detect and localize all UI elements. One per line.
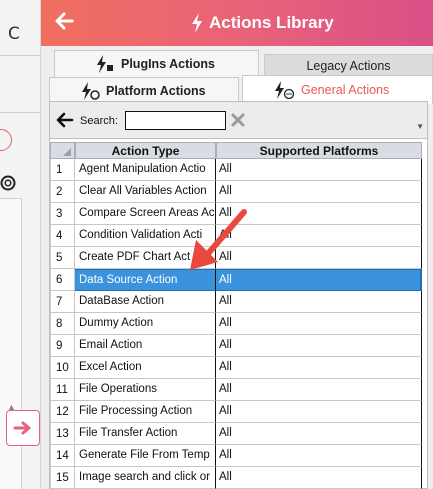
expand-panel-button[interactable] xyxy=(6,410,40,446)
arrow-left-icon[interactable] xyxy=(53,10,75,32)
row-number: 5 xyxy=(50,247,75,269)
table-row[interactable]: 15 Image search and click or All xyxy=(50,467,422,489)
general-lightning-icon xyxy=(275,81,295,99)
lightning-icon xyxy=(192,13,202,33)
supported-platforms-cell[interactable]: All xyxy=(216,159,422,181)
table-row[interactable]: 9 Email Action All xyxy=(50,335,422,357)
row-number: 9 xyxy=(50,335,75,357)
table-row[interactable]: 10 Excel Action All xyxy=(50,357,422,379)
row-number: 6 xyxy=(50,269,75,291)
supported-platforms-cell[interactable]: All xyxy=(216,401,422,423)
supported-platforms-cell[interactable]: All xyxy=(216,225,422,247)
row-number: 15 xyxy=(50,467,75,489)
search-label: Search: xyxy=(80,115,118,127)
plugin-lightning-icon xyxy=(97,55,113,73)
table-row[interactable]: 1 Agent Manipulation Actio All xyxy=(50,159,422,181)
tab-label: General Actions xyxy=(301,83,390,97)
title-bar: Actions Library xyxy=(41,0,433,46)
action-type-cell[interactable]: File Processing Action xyxy=(75,401,216,423)
action-type-cell[interactable]: File Operations xyxy=(75,379,216,401)
row-number: 14 xyxy=(50,445,75,467)
divider xyxy=(0,55,41,56)
table-row[interactable]: 12 File Processing Action All xyxy=(50,401,422,423)
table-corner-header[interactable] xyxy=(50,142,75,159)
action-type-cell[interactable]: Agent Manipulation Actio xyxy=(75,159,216,181)
action-type-cell[interactable]: Data Source Action xyxy=(75,269,216,291)
background-app-strip: C ▲ xyxy=(0,0,41,489)
row-number: 4 xyxy=(50,225,75,247)
action-type-cell[interactable]: Image search and click or xyxy=(75,467,216,489)
table-row[interactable]: 8 Dummy Action All xyxy=(50,313,422,335)
row-number: 10 xyxy=(50,357,75,379)
table-row[interactable]: 4 Condition Validation Acti All xyxy=(50,225,422,247)
column-header-action-type[interactable]: Action Type xyxy=(75,142,216,159)
divider xyxy=(0,112,41,113)
tab-legacy-actions[interactable]: Legacy Actions xyxy=(264,54,433,76)
arrow-right-icon xyxy=(13,421,31,435)
supported-platforms-cell[interactable]: All xyxy=(216,467,422,489)
supported-platforms-cell[interactable]: All xyxy=(216,247,422,269)
action-type-cell[interactable]: Excel Action xyxy=(75,357,216,379)
table-row[interactable]: 3 Compare Screen Areas Ac All xyxy=(50,203,422,225)
action-type-cell[interactable]: DataBase Action xyxy=(75,291,216,313)
actions-library-panel: Actions Library PlugIns Actions Legacy A… xyxy=(41,0,433,489)
title-group: Actions Library xyxy=(191,0,334,46)
column-header-supported-platforms[interactable]: Supported Platforms xyxy=(216,142,422,159)
row-number: 13 xyxy=(50,423,75,445)
row-number: 11 xyxy=(50,379,75,401)
search-input[interactable] xyxy=(125,111,226,130)
arrow-left-icon[interactable] xyxy=(56,112,74,128)
tab-label: Platform Actions xyxy=(106,84,206,98)
supported-platforms-cell[interactable]: All xyxy=(216,423,422,445)
action-type-cell[interactable]: Compare Screen Areas Ac xyxy=(75,203,216,225)
scroll-down-icon[interactable]: ▼ xyxy=(416,122,424,131)
actions-list-area: Search: ▼ Action Type Supported Platform… xyxy=(49,101,428,489)
row-number: 1 xyxy=(50,159,75,181)
table-row[interactable]: 7 DataBase Action All xyxy=(50,291,422,313)
action-type-cell[interactable]: Clear All Variables Action xyxy=(75,181,216,203)
platform-lightning-icon xyxy=(82,82,100,100)
action-type-cell[interactable]: Generate File From Temp xyxy=(75,445,216,467)
supported-platforms-cell[interactable]: All xyxy=(216,313,422,335)
tab-bar: PlugIns Actions Legacy Actions Platform … xyxy=(49,48,433,104)
row-number: 12 xyxy=(50,401,75,423)
tab-plugins-actions[interactable]: PlugIns Actions xyxy=(54,50,259,77)
supported-platforms-cell[interactable]: All xyxy=(216,269,422,291)
table-row[interactable]: 14 Generate File From Temp All xyxy=(50,445,422,467)
table-row[interactable]: 2 Clear All Variables Action All xyxy=(50,181,422,203)
tab-general-actions[interactable]: General Actions xyxy=(242,75,433,104)
supported-platforms-cell[interactable]: All xyxy=(216,203,422,225)
tab-label: Legacy Actions xyxy=(306,58,391,73)
supported-platforms-cell[interactable]: All xyxy=(216,379,422,401)
lifebuoy-icon[interactable] xyxy=(0,175,16,191)
action-type-cell[interactable]: Email Action xyxy=(75,335,216,357)
row-number: 3 xyxy=(50,203,75,225)
tab-platform-actions[interactable]: Platform Actions xyxy=(49,77,239,104)
row-number: 2 xyxy=(50,181,75,203)
select-all-icon xyxy=(63,148,71,156)
page-title: Actions Library xyxy=(209,13,334,32)
action-type-cell[interactable]: File Transfer Action xyxy=(75,423,216,445)
table-row[interactable]: 13 File Transfer Action All xyxy=(50,423,422,445)
row-number: 7 xyxy=(50,291,75,313)
clear-search-icon[interactable] xyxy=(230,112,246,128)
supported-platforms-cell[interactable]: All xyxy=(216,291,422,313)
action-type-cell[interactable]: Condition Validation Acti xyxy=(75,225,216,247)
supported-platforms-cell[interactable]: All xyxy=(216,181,422,203)
supported-platforms-cell[interactable]: All xyxy=(216,335,422,357)
table-row[interactable]: 5 Create PDF Chart Act All xyxy=(50,247,422,269)
table-row[interactable]: 11 File Operations All xyxy=(50,379,422,401)
tab-label: PlugIns Actions xyxy=(121,57,215,71)
table-body: 1 Agent Manipulation Actio All 2 Clear All V… xyxy=(50,159,422,489)
search-bar: Search: ▼ xyxy=(50,102,427,139)
supported-platforms-cell[interactable]: All xyxy=(216,445,422,467)
action-type-cell[interactable]: Create PDF Chart Act xyxy=(75,247,216,269)
table-row[interactable]: 6 Data Source Action All xyxy=(50,269,422,291)
supported-platforms-cell[interactable]: All xyxy=(216,357,422,379)
row-number: 8 xyxy=(50,313,75,335)
record-indicator-icon[interactable] xyxy=(0,129,12,151)
action-type-cell[interactable]: Dummy Action xyxy=(75,313,216,335)
refresh-icon[interactable]: C xyxy=(8,24,20,44)
